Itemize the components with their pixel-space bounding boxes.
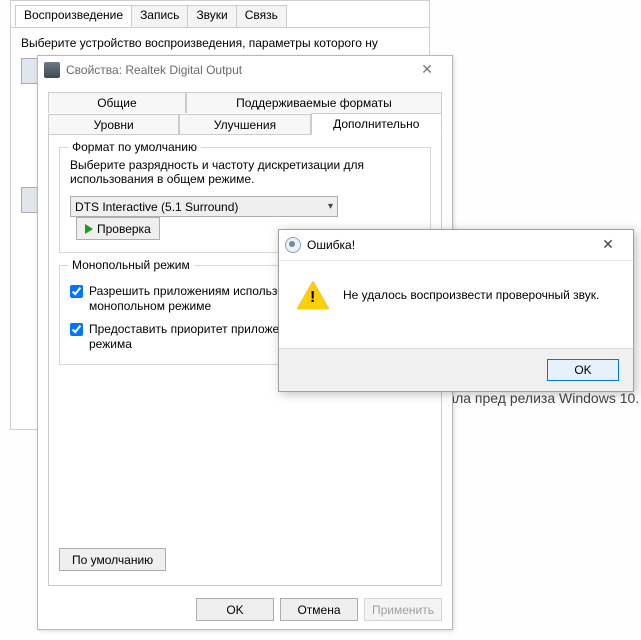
tab-playback[interactable]: Воспроизведение <box>15 5 132 27</box>
group-exclusive-legend: Монопольный режим <box>68 258 194 272</box>
tab-enhancements[interactable]: Улучшения <box>179 114 310 135</box>
tab-sounds[interactable]: Звуки <box>187 5 236 27</box>
format-select-value: DTS Interactive (5.1 Surround) <box>75 200 238 214</box>
error-dialog: Ошибка! ✕ Не удалось воспроизвести прове… <box>278 229 634 392</box>
apply-button: Применить <box>364 598 442 621</box>
play-icon <box>85 224 93 234</box>
error-titlebar: Ошибка! ✕ <box>279 230 633 261</box>
error-button-bar: OK <box>279 348 633 391</box>
warning-icon <box>297 281 329 309</box>
titlebar: Свойства: Realtek Digital Output ✕ <box>38 56 452 84</box>
checkbox-priority-exclusive-input[interactable] <box>70 323 83 336</box>
close-icon[interactable]: ✕ <box>589 233 627 257</box>
error-title: Ошибка! <box>307 238 589 252</box>
default-format-desc: Выберите разрядность и частоту дискретиз… <box>70 158 420 186</box>
tab-supported-formats[interactable]: Поддерживаемые форматы <box>186 92 442 113</box>
sound-instruction: Выберите устройство воспроизведения, пар… <box>21 36 419 52</box>
error-message: Не удалось воспроизвести проверочный зву… <box>343 288 599 302</box>
format-select[interactable]: DTS Interactive (5.1 Surround) ▾ <box>70 196 338 217</box>
background-text: чала пред релиза Windows 10. <box>440 390 639 406</box>
tab-recording[interactable]: Запись <box>131 5 188 27</box>
dialog-button-bar: OK Отмена Применить <box>196 598 442 621</box>
test-button[interactable]: Проверка <box>76 217 160 240</box>
tab-advanced[interactable]: Дополнительно <box>311 113 442 135</box>
chevron-down-icon: ▾ <box>328 201 333 212</box>
cancel-button[interactable]: Отмена <box>280 598 358 621</box>
tab-communications[interactable]: Связь <box>236 5 287 27</box>
window-title: Свойства: Realtek Digital Output <box>66 63 408 77</box>
close-icon[interactable]: ✕ <box>408 59 446 81</box>
tab-general[interactable]: Общие <box>48 92 186 113</box>
test-button-label: Проверка <box>97 222 151 236</box>
error-body: Не удалось воспроизвести проверочный зву… <box>279 261 633 309</box>
sound-tabs: Воспроизведение Запись Звуки Связь <box>15 5 429 27</box>
tab-levels[interactable]: Уровни <box>48 114 179 135</box>
error-ok-button[interactable]: OK <box>547 359 619 381</box>
device-icon <box>44 62 60 78</box>
restore-defaults-button[interactable]: По умолчанию <box>59 548 166 571</box>
ok-button[interactable]: OK <box>196 598 274 621</box>
group-default-legend: Формат по умолчанию <box>68 140 201 154</box>
checkbox-allow-exclusive-input[interactable] <box>70 285 83 298</box>
info-icon <box>285 237 301 253</box>
